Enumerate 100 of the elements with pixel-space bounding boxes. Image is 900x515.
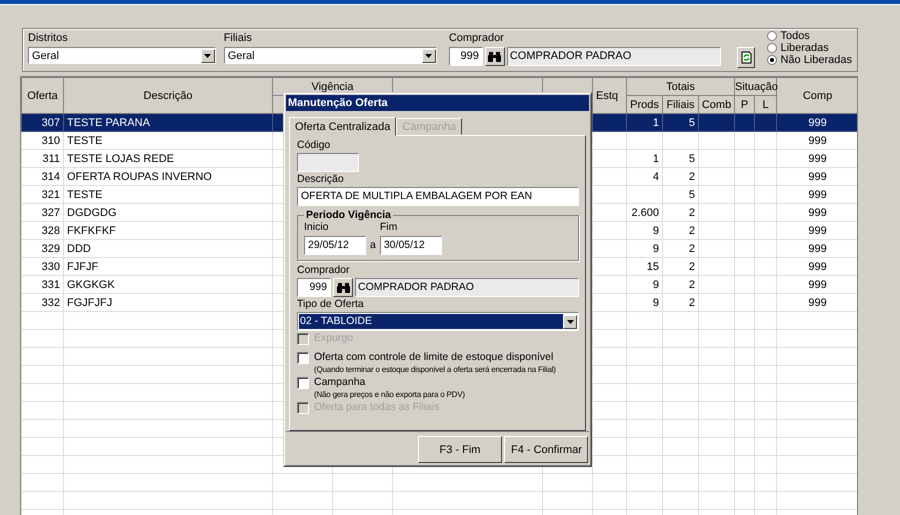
table-cell: 5 [662, 186, 698, 204]
column-header: Filiais [662, 96, 698, 114]
field-label: Filiais [224, 32, 253, 45]
table-cell: 314 [22, 168, 64, 186]
refresh-button[interactable] [736, 47, 756, 68]
table-cell: 331 [22, 276, 64, 294]
search-button[interactable] [333, 278, 353, 297]
date-field[interactable]: 29/05/12 [304, 236, 366, 255]
radio-button[interactable] [767, 43, 778, 53]
table-cell: 329 [22, 240, 64, 258]
table-cell: 328 [22, 222, 64, 240]
table-cell: 5 [662, 114, 698, 132]
table-cell: TESTE LOJAS REDE [64, 150, 272, 168]
refresh-icon [740, 51, 752, 64]
table-cell: DDD [64, 240, 272, 258]
table-cell: 4 [626, 168, 662, 186]
field-label: Fim [380, 221, 398, 234]
table-cell: 1 [626, 114, 662, 132]
table-cell: 2 [662, 294, 698, 312]
hint-text: (Quando terminar o estoque disponível a oferta será encerrada na Filial) [314, 365, 556, 375]
dialog-button[interactable]: F4 - Confirmar [504, 436, 588, 463]
table-cell: FJFJF [64, 258, 272, 276]
table-cell: 1 [626, 150, 662, 168]
code-field[interactable]: 999 [448, 47, 483, 66]
caret-icon [204, 54, 212, 58]
table-cell: 2.600 [626, 204, 662, 222]
search-button[interactable] [484, 47, 505, 66]
column-header: L [754, 96, 777, 114]
radio-button[interactable] [767, 55, 778, 65]
group-title: Periodo Vigência [305, 209, 392, 221]
table-cell: 321 [22, 186, 64, 204]
field-label: Código [297, 139, 332, 152]
dropdown[interactable]: 02 - TABLOIDE [297, 312, 579, 331]
field-label: Distritos [28, 32, 69, 45]
field-label: Comprador [448, 32, 505, 45]
table-cell: TESTE PARANA [64, 114, 272, 132]
caret-icon [566, 320, 574, 324]
dropdown[interactable]: Geral [224, 47, 437, 64]
table-cell: 999 [776, 114, 857, 132]
table-cell: 2 [662, 222, 698, 240]
checkbox[interactable] [297, 376, 309, 388]
table-cell: 311 [22, 150, 64, 168]
table-cell: 2 [662, 204, 698, 222]
table-cell: DGDGDG [64, 204, 272, 222]
column-header: Oferta [22, 78, 64, 114]
table-cell: TESTE [64, 132, 272, 150]
table-cell: TESTE [64, 186, 272, 204]
table-cell: GKGKGK [64, 276, 272, 294]
column-header: Descrição [64, 78, 272, 114]
column-header: Estq [592, 78, 626, 114]
table-cell: 9 [626, 294, 662, 312]
dropdown[interactable]: Geral [28, 47, 216, 64]
checkbox-label: Oferta com controle de limite de estoque disponível [314, 351, 554, 364]
table-cell: OFERTA ROUPAS INVERNO [64, 168, 272, 186]
field-label: Tipo de Oferta [297, 298, 365, 311]
table-cell: 9 [626, 240, 662, 258]
radio-label: Liberadas [780, 42, 829, 54]
table-cell: 9 [626, 276, 662, 294]
dialog-title: Manutenção Oferta [286, 95, 589, 111]
name-field: COMPRADOR PADRAO [355, 278, 579, 297]
binoculars-icon [488, 51, 502, 62]
table-cell: 2 [662, 276, 698, 294]
table-cell: 327 [22, 204, 64, 222]
table-cell: 2 [662, 240, 698, 258]
column-header: P [734, 96, 755, 114]
code-field[interactable]: 999 [297, 278, 331, 297]
table-cell: FGJFJFJ [64, 294, 272, 312]
radio-label: Todos [780, 30, 810, 42]
description-field[interactable]: OFERTA DE MULTIPLA EMBALAGEM POR EAN [297, 187, 579, 206]
radio-button[interactable] [767, 31, 778, 41]
dialog-button[interactable]: F3 - Fim [418, 436, 502, 463]
table-cell: 332 [22, 294, 64, 312]
table-cell: 2 [662, 168, 698, 186]
field-label: Comprador [297, 264, 351, 277]
table-cell: 310 [22, 132, 64, 150]
field-label: Descrição [297, 173, 345, 186]
table-cell: 307 [22, 114, 64, 132]
checkbox-label: Campanha [314, 376, 366, 389]
table-cell: 9 [626, 222, 662, 240]
table-cell: 330 [22, 258, 64, 276]
name-field: COMPRADOR PADRAO [506, 47, 721, 66]
column-header: Comb [698, 96, 735, 114]
separator-text: a [370, 239, 376, 253]
table-cell: 5 [662, 150, 698, 168]
table-cell: 2 [662, 258, 698, 276]
column-header: Prods [626, 96, 662, 114]
date-field[interactable]: 30/05/12 [380, 236, 442, 255]
field-label: Inicio [304, 221, 330, 234]
tab[interactable]: Oferta Centralizada [289, 117, 396, 136]
radio-label: Não Liberadas [780, 54, 852, 66]
column-header: Situação [734, 78, 777, 96]
hint-text: (Não gera preços e não exporta para o PDV) [314, 390, 465, 400]
checkbox[interactable] [297, 352, 309, 364]
code-field[interactable] [297, 153, 359, 172]
table-cell: 15 [626, 258, 662, 276]
table-cell: FKFKFKF [64, 222, 272, 240]
binoculars-icon [336, 282, 350, 293]
column-header: Comp [776, 78, 857, 114]
caret-icon [425, 54, 432, 58]
column-header: Totais [626, 78, 735, 96]
